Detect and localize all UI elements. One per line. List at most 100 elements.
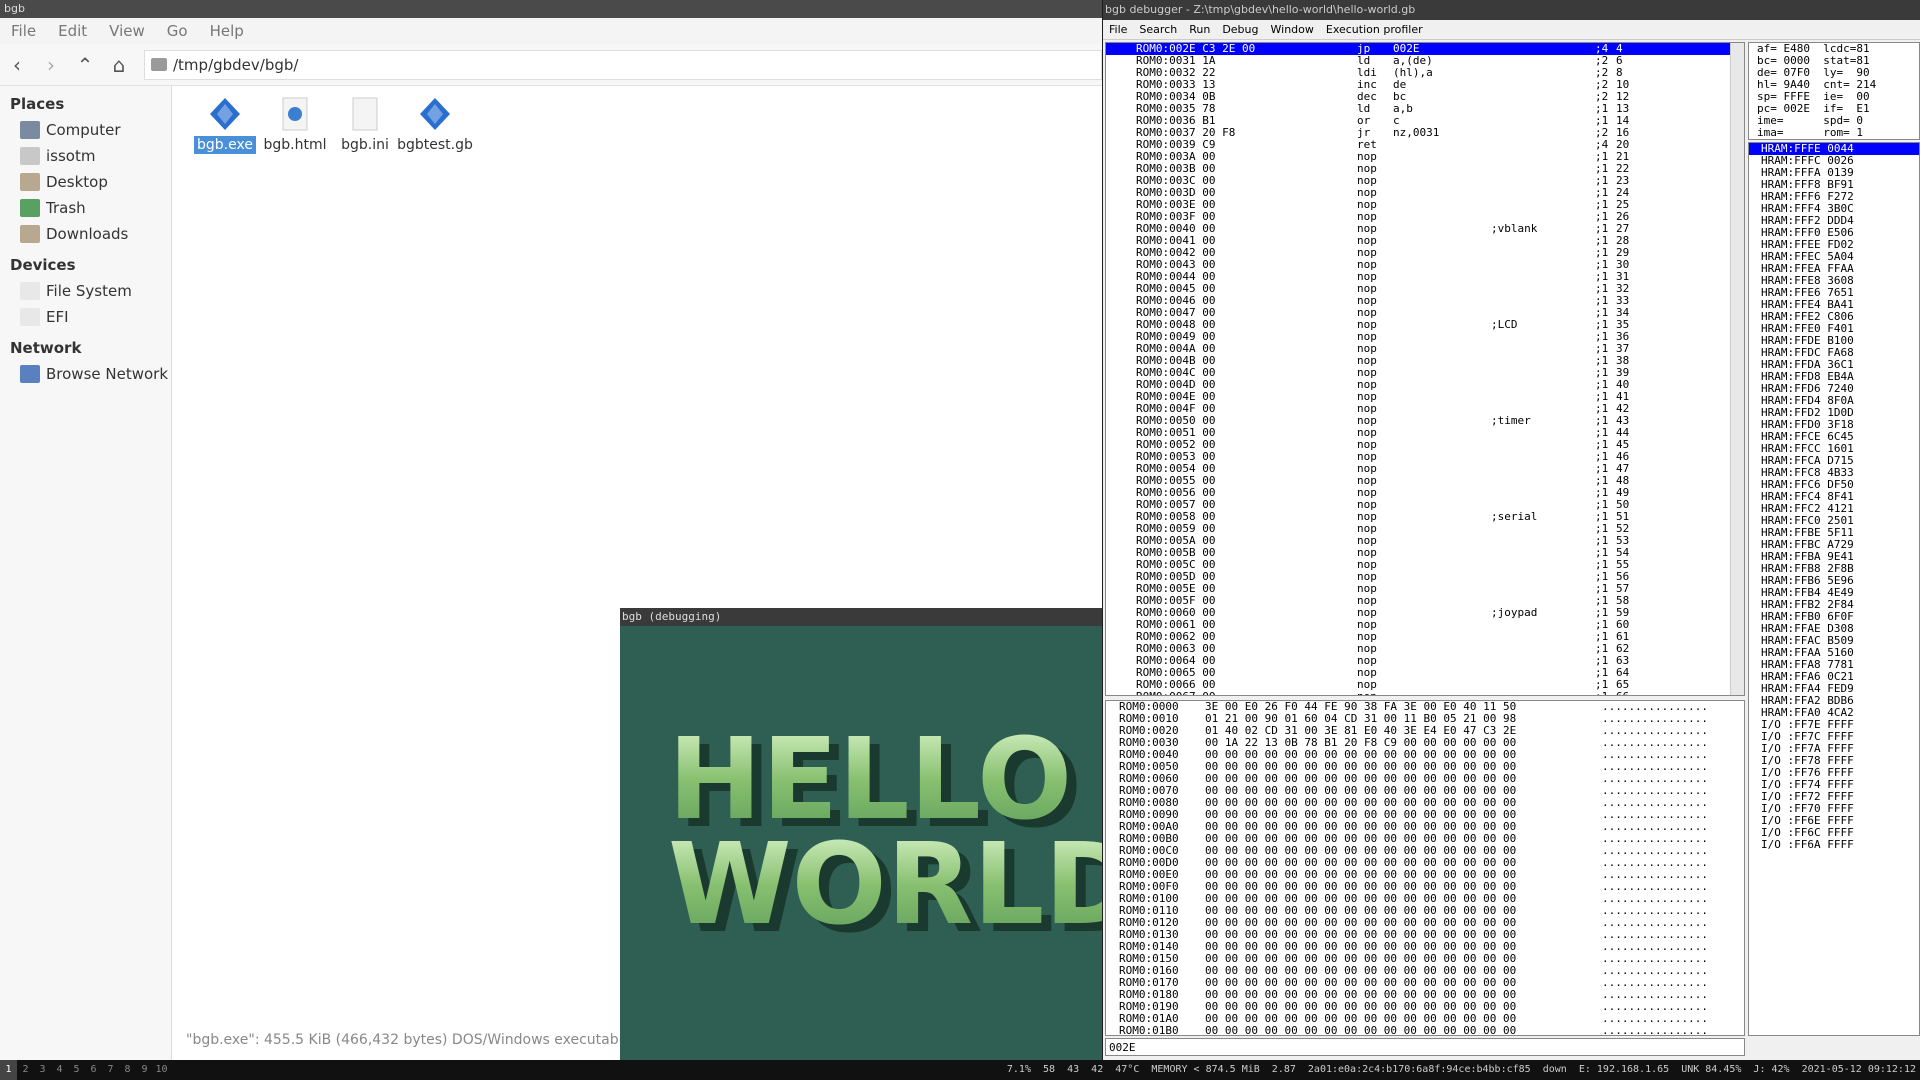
address-input[interactable]: 002E xyxy=(1105,1038,1745,1056)
game-window: bgb (debugging) HELLO HELLO WORLD WORLD xyxy=(620,608,1147,1060)
fm-titlebar: bgb xyxy=(0,0,1102,18)
sidebar-item-browse-network[interactable]: Browse Network xyxy=(0,361,171,387)
debugger-window: bgb debugger - Z:\tmp\gbdev\hello-world\… xyxy=(1103,0,1920,1060)
sidebar-item-label: Computer xyxy=(46,121,121,139)
workspace-10[interactable]: 10 xyxy=(153,1060,170,1080)
disasm-cell: ;vblank xyxy=(1491,222,1538,235)
disasm-cell: nop xyxy=(1357,691,1377,696)
file-label: bgb.html xyxy=(263,137,327,153)
location-path: /tmp/gbdev/bgb/ xyxy=(173,55,299,74)
place-icon xyxy=(20,199,40,217)
sidebar-item-label: Browse Network xyxy=(46,365,169,383)
disasm-cell: ;serial xyxy=(1491,510,1538,523)
game-screen[interactable]: HELLO HELLO WORLD WORLD xyxy=(620,626,1147,1060)
file-label: bgb.exe xyxy=(194,136,256,154)
memory-address: ROM0:01B0 xyxy=(1119,1024,1179,1036)
fm-menubar: File Edit View Go Help xyxy=(0,18,1102,44)
sidebar-item-file-system[interactable]: File System xyxy=(0,278,171,304)
hello-world-logo: HELLO HELLO WORLD WORLD xyxy=(668,715,1147,958)
workspace-2[interactable]: 2 xyxy=(17,1060,34,1080)
stack-line[interactable]: I/O :FF6A FFFF xyxy=(1749,839,1919,851)
file-icon xyxy=(279,96,311,132)
memory-bytes: 00 00 00 00 00 00 00 00 00 00 00 00 00 0… xyxy=(1205,1024,1517,1036)
workspace-7[interactable]: 7 xyxy=(102,1060,119,1080)
debugger-menu-execution-profiler[interactable]: Execution profiler xyxy=(1320,23,1429,36)
world-text: WORLD xyxy=(668,820,1102,950)
debugger-menu-debug[interactable]: Debug xyxy=(1216,23,1264,36)
disasm-cell: nz,0031 xyxy=(1393,126,1440,139)
place-icon xyxy=(20,282,40,300)
stack-pane[interactable]: HRAM:FFFE 0044 HRAM:FFFC 0026 HRAM:FFFA 01… xyxy=(1748,142,1920,1036)
workspace-8[interactable]: 8 xyxy=(119,1060,136,1080)
workspace-5[interactable]: 5 xyxy=(68,1060,85,1080)
status-bar: "bgb.exe": 455.5 KiB (466,432 bytes) DOS… xyxy=(186,1032,632,1048)
home-icon[interactable]: ⌂ xyxy=(102,48,136,82)
sidebar-item-computer[interactable]: Computer xyxy=(0,117,171,143)
file-label: bgbtest.gb xyxy=(397,137,473,153)
place-icon xyxy=(20,225,40,243)
disassembly-pane[interactable]: ROM0:002E C3 2E 00 jp 002E ;4 4 ROM0:0031 1A l… xyxy=(1105,42,1745,696)
menu-edit[interactable]: Edit xyxy=(47,22,98,40)
workspace-1[interactable]: 1 xyxy=(0,1060,17,1080)
disasm-line[interactable]: ROM0:0067 00 nop ;1 66 xyxy=(1106,691,1744,696)
memory-line[interactable]: ROM0:01B0 00 00 00 00 00 00 00 00 00 00 0… xyxy=(1106,1025,1744,1036)
workspace-3[interactable]: 3 xyxy=(34,1060,51,1080)
memory-pane[interactable]: ROM0:0000 3E 00 E0 26 F0 44 FE 90 38 FA 3… xyxy=(1105,700,1745,1036)
up-icon[interactable]: ⌃ xyxy=(68,48,102,82)
sidebar-heading: Devices xyxy=(10,256,76,274)
file-icon xyxy=(209,96,241,132)
sidebar-item-efi[interactable]: EFI xyxy=(0,304,171,330)
place-icon xyxy=(20,365,40,383)
workspace-9[interactable]: 9 xyxy=(136,1060,153,1080)
disasm-cell: ;timer xyxy=(1491,414,1531,427)
fm-toolbar: ‹ › ⌃ ⌂ /tmp/gbdev/bgb/ xyxy=(0,44,1102,86)
file-icon xyxy=(349,96,381,132)
debugger-menu-window[interactable]: Window xyxy=(1265,23,1320,36)
place-icon xyxy=(20,308,40,326)
debugger-menubar: File Search Run Debug Window Execution profil… xyxy=(1103,20,1920,40)
place-icon xyxy=(20,121,40,139)
disassembly-scrollbar[interactable] xyxy=(1730,43,1744,695)
sidebar: Places Computer issotm Desktop Trash Download… xyxy=(0,86,172,1060)
sidebar-item-desktop[interactable]: Desktop xyxy=(0,169,171,195)
menu-file[interactable]: File xyxy=(0,22,47,40)
menu-view[interactable]: View xyxy=(98,22,156,40)
sidebar-item-label: Desktop xyxy=(46,173,108,191)
debugger-titlebar: bgb debugger - Z:\tmp\gbdev\hello-world\… xyxy=(1103,0,1920,20)
file-item[interactable]: bgbtest.gb xyxy=(393,96,477,154)
place-icon xyxy=(20,173,40,191)
workspace-4[interactable]: 4 xyxy=(51,1060,68,1080)
menu-go[interactable]: Go xyxy=(156,22,199,40)
disasm-cell: ;joypad xyxy=(1491,606,1538,619)
disasm-cell: ;LCD xyxy=(1491,318,1518,331)
sidebar-item-label: issotm xyxy=(46,147,96,165)
file-icon xyxy=(419,96,451,132)
location-bar[interactable]: /tmp/gbdev/bgb/ xyxy=(144,49,1102,80)
file-label: bgb.ini xyxy=(341,137,389,153)
sidebar-item-issotm[interactable]: issotm xyxy=(0,143,171,169)
sidebar-heading: Network xyxy=(10,339,82,357)
workspace-6[interactable]: 6 xyxy=(85,1060,102,1080)
debugger-menu-search[interactable]: Search xyxy=(1133,23,1183,36)
back-icon[interactable]: ‹ xyxy=(0,48,34,82)
game-titlebar: bgb (debugging) xyxy=(620,608,1102,626)
folder-icon xyxy=(151,58,167,71)
sidebar-item-label: EFI xyxy=(46,308,69,326)
place-icon xyxy=(20,147,40,165)
sidebar-item-label: Downloads xyxy=(46,225,129,243)
disasm-cell: ROM0:0067 00 xyxy=(1136,691,1215,696)
sidebar-item-trash[interactable]: Trash xyxy=(0,195,171,221)
taskbar: 1 2 3 4 5 6 7 8 9 10 7.1% 58 43 42 47°C MEMORY < … xyxy=(0,1060,1920,1080)
sidebar-heading: Places xyxy=(10,95,65,113)
sidebar-item-downloads[interactable]: Downloads xyxy=(0,221,171,247)
menu-help[interactable]: Help xyxy=(199,22,255,40)
forward-icon[interactable]: › xyxy=(34,48,68,82)
sidebar-item-label: Trash xyxy=(46,199,86,217)
debugger-menu-run[interactable]: Run xyxy=(1183,23,1216,36)
memory-ascii: ................ xyxy=(1602,1024,1708,1036)
registers-pane[interactable]: af= E480 lcdc=81 bc= 0000 stat=81 de= 07… xyxy=(1748,42,1920,140)
disasm-cell: ;1 xyxy=(1595,691,1608,696)
sidebar-item-label: File System xyxy=(46,282,132,300)
debugger-menu-file[interactable]: File xyxy=(1103,23,1133,36)
system-tray: 7.1% 58 43 42 47°C MEMORY < 874.5 MiB 2.… xyxy=(1006,1064,1916,1075)
